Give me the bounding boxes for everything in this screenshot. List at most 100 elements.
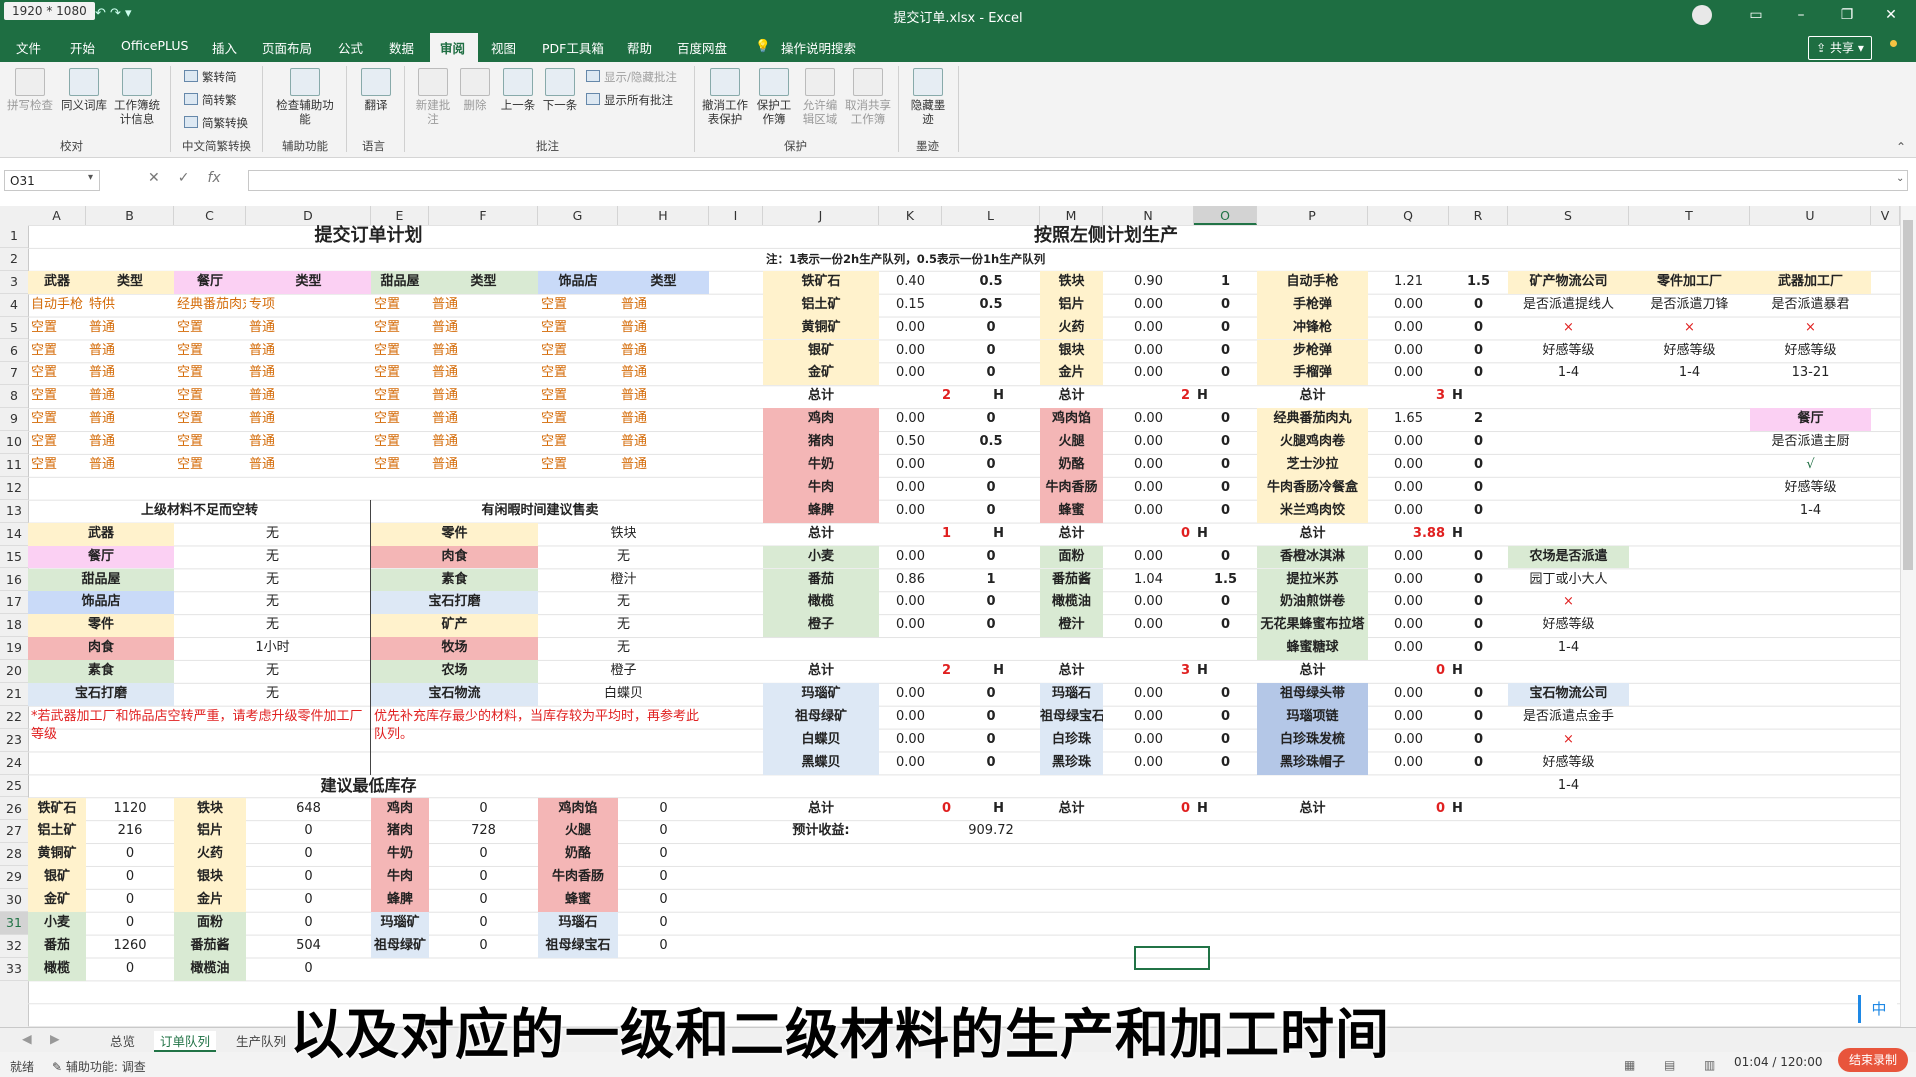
raw-value[interactable]: 0.00 [879,706,942,729]
stock-value[interactable]: 0 [429,889,538,912]
stock-item[interactable]: 火腿 [538,820,618,844]
raw-value[interactable]: 0.00 [879,614,942,637]
total-label[interactable]: 总计 [1257,660,1368,683]
row-header-8[interactable]: 8 [0,385,28,409]
order-cell[interactable]: 空置 [371,340,429,363]
shortage-value[interactable]: 无 [174,569,371,592]
order-cell[interactable]: 普通 [618,317,709,340]
product-queue[interactable]: 0 [1449,637,1508,660]
processed-value[interactable]: 0.00 [1103,340,1194,363]
processed-queue[interactable]: 0 [1194,752,1257,775]
column-header-e[interactable]: E [371,206,429,225]
product[interactable]: 火腿鸡肉卷 [1257,431,1368,454]
product-queue[interactable]: 0 [1449,477,1508,500]
order-cell[interactable]: 普通 [429,431,538,454]
order-cell[interactable]: 空置 [371,294,429,317]
raw-material[interactable]: 橄榄 [763,591,879,615]
total-value[interactable]: 3.88 [1368,523,1449,546]
stock-value[interactable]: 0 [246,866,371,889]
stock-item[interactable]: 小麦 [28,912,86,935]
processed-value[interactable]: 0.00 [1103,614,1194,637]
stock-item[interactable]: 祖母绿宝石 [538,934,618,958]
processed-queue[interactable]: 0 [1194,408,1257,431]
stock-value[interactable]: 0 [618,820,709,843]
raw-material[interactable]: 橙子 [763,614,879,638]
stock-item[interactable]: 玛瑙矿 [371,912,429,935]
raw-value[interactable]: 0.00 [879,454,942,477]
idle-value[interactable]: 无 [538,614,709,637]
stock-item[interactable]: 鸡肉馅 [538,797,618,821]
order-header[interactable]: 类型 [246,270,371,294]
order-cell[interactable]: 空置 [174,454,246,477]
idle-label[interactable]: 肉食 [371,545,538,569]
order-cell[interactable]: 空置 [538,408,618,431]
hour-unit[interactable]: H [1449,798,1508,821]
order-cell[interactable]: 空置 [538,385,618,408]
logistics-info[interactable]: 矿产物流公司 [1508,270,1629,294]
product-queue[interactable]: 2 [1449,408,1508,431]
expand-formula-icon[interactable]: ⌄ [1896,173,1904,184]
product-queue[interactable]: 0 [1449,752,1508,775]
view-page-layout-icon[interactable]: ▤ [1664,1058,1675,1072]
hour-unit[interactable]: H [1194,523,1257,546]
row-header-4[interactable]: 4 [0,294,28,317]
shortage-value[interactable]: 无 [174,523,371,546]
row-header-1[interactable]: 1 [0,225,28,248]
translate-button[interactable]: 翻译 [354,68,398,112]
restore-icon[interactable]: ❐ [1836,5,1858,25]
row-header-5[interactable]: 5 [0,317,28,340]
raw-material[interactable]: 银矿 [763,339,879,363]
processed-queue[interactable]: 0 [1194,362,1257,385]
stock-value[interactable]: 0 [86,866,174,889]
order-cell[interactable]: 空置 [28,362,86,385]
order-cell[interactable]: 自动手枪 [28,294,86,317]
total-value[interactable]: 3 [1103,660,1194,683]
order-cell[interactable]: 普通 [618,362,709,385]
shortage-label[interactable]: 素食 [28,660,174,683]
product-value[interactable]: 0.00 [1368,637,1449,660]
row-header-33[interactable]: 33 [0,958,28,981]
product[interactable]: 奶油煎饼卷 [1257,591,1368,615]
column-header-t[interactable]: T [1629,206,1750,225]
shortage-title[interactable]: 上级材料不足而空转 [28,500,371,523]
product-value[interactable]: 0.00 [1368,683,1449,706]
product-value[interactable]: 0.00 [1368,362,1449,385]
shortage-label[interactable]: 宝石打磨 [28,683,174,706]
product-queue[interactable]: 0 [1449,500,1508,523]
stock-value[interactable]: 0 [246,843,371,866]
order-cell[interactable]: 普通 [246,385,371,408]
order-cell[interactable]: 经典番茄肉丸 [174,294,246,317]
farm-info[interactable]: 好感等级 [1508,614,1629,637]
row-header-9[interactable]: 9 [0,408,28,432]
unprotect-sheet-button[interactable]: 撤消工作表保护 [700,68,750,126]
restaurant-info[interactable]: 餐厅 [1750,408,1871,432]
cancel-icon[interactable]: ✕ [148,170,160,186]
raw-queue[interactable]: 0 [942,683,1040,706]
shortage-label[interactable]: 武器 [28,522,174,546]
shortage-value[interactable]: 1小时 [174,637,371,660]
processed-value[interactable]: 1.04 [1103,569,1194,592]
close-icon[interactable]: ✕ [1880,5,1902,25]
stock-value[interactable]: 0 [618,935,709,958]
order-cell[interactable]: 特供 [86,294,174,317]
processed-value[interactable]: 0.00 [1103,317,1194,340]
order-cell[interactable]: 普通 [86,454,174,477]
shortage-label[interactable]: 餐厅 [28,545,174,569]
idle-value[interactable]: 白蝶贝 [538,683,709,706]
row-header-11[interactable]: 11 [0,454,28,477]
total-label[interactable]: 总计 [763,660,879,683]
stock-item[interactable]: 奶酪 [538,843,618,867]
order-cell[interactable]: 普通 [429,385,538,408]
order-header[interactable]: 类型 [429,270,538,294]
stock-item[interactable]: 火药 [174,843,246,867]
stock-value[interactable]: 504 [246,935,371,958]
processed-material[interactable]: 黑珍珠 [1040,751,1103,775]
product-queue[interactable]: 0 [1449,317,1508,340]
raw-value[interactable]: 0.40 [879,271,942,294]
product[interactable]: 手枪弹 [1257,293,1368,317]
parts-factory-info[interactable]: 好感等级 [1629,340,1750,363]
raw-material[interactable]: 金矿 [763,362,879,386]
farm-info[interactable]: × [1508,591,1629,614]
processed-queue[interactable]: 0 [1194,546,1257,569]
raw-queue[interactable]: 0 [942,477,1040,500]
